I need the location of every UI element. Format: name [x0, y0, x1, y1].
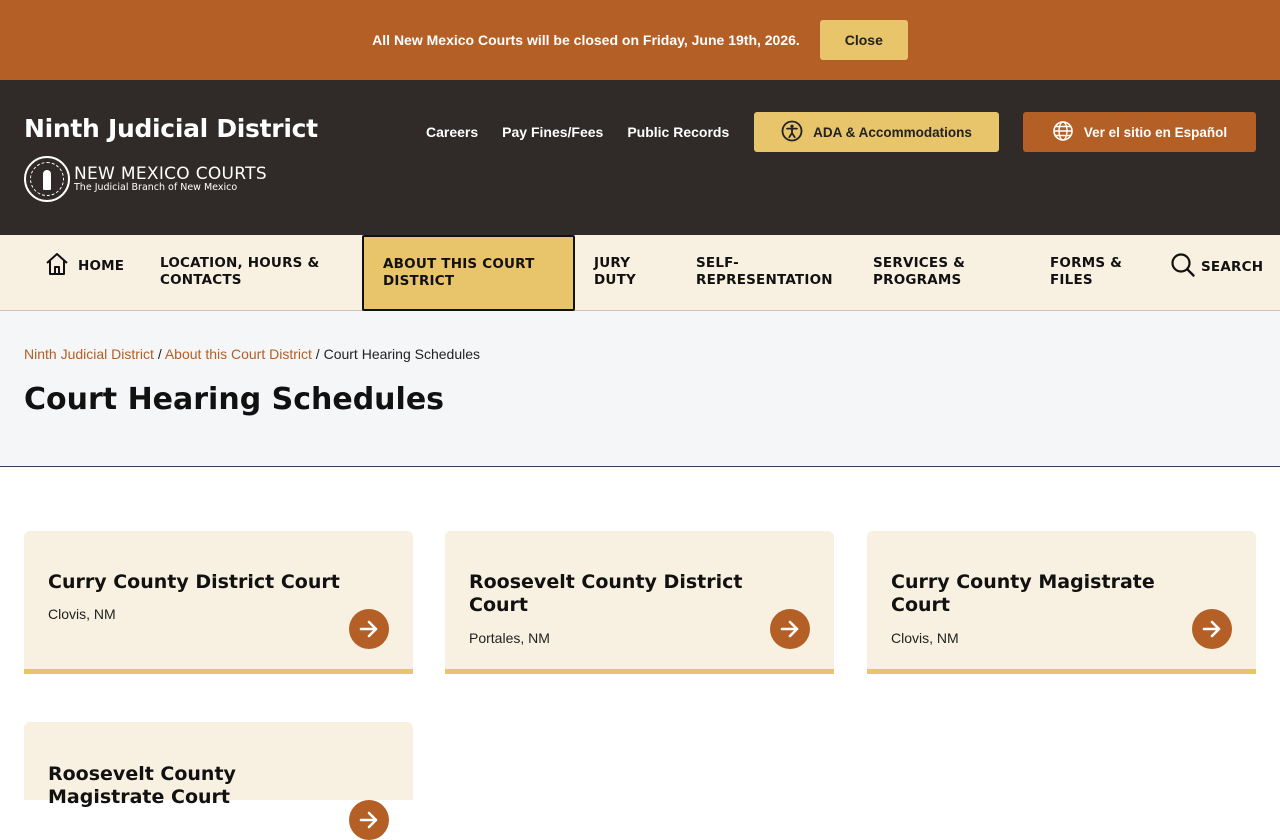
- closure-alert-banner: All New Mexico Courts will be closed on …: [0, 0, 1280, 80]
- arrow-right-icon[interactable]: [770, 609, 810, 649]
- breadcrumb-current: Court Hearing Schedules: [323, 346, 480, 362]
- search-icon: [1170, 252, 1196, 283]
- nav-location-hours-contacts[interactable]: LOCATION, HOURS & CONTACTS: [160, 255, 319, 289]
- court-card[interactable]: Roosevelt County District Court Portales…: [445, 531, 834, 674]
- card-location: Clovis, NM: [891, 630, 959, 646]
- breadcrumb-home-link[interactable]: Ninth Judicial District: [24, 346, 154, 362]
- nav-jury-duty[interactable]: JURY DUTY: [594, 255, 636, 289]
- home-icon: [44, 251, 70, 282]
- spanish-site-button[interactable]: Ver el sitio en Español: [1023, 112, 1256, 152]
- nav-forms-files[interactable]: FORMS & FILES: [1050, 255, 1122, 289]
- site-header: Ninth Judicial District NEW MEXICO COURT…: [0, 80, 1280, 235]
- logo-name: NEW MEXICO COURTS: [74, 164, 267, 184]
- card-location: Clovis, NM: [48, 606, 116, 622]
- breadcrumb-parent-link[interactable]: About this Court District: [165, 346, 312, 362]
- accessibility-icon: [781, 120, 803, 145]
- court-card[interactable]: Roosevelt County Magistrate Court: [24, 722, 413, 840]
- card-title: Roosevelt County District Court: [469, 571, 743, 616]
- pay-fines-link[interactable]: Pay Fines/Fees: [502, 124, 603, 140]
- page-title-area: Ninth Judicial District / About this Cou…: [0, 311, 1280, 467]
- arrow-right-icon[interactable]: [349, 800, 389, 840]
- card-location: Portales, NM: [469, 630, 550, 646]
- careers-link[interactable]: Careers: [426, 124, 478, 140]
- ada-label: ADA & Accommodations: [813, 124, 972, 140]
- main-navigation: HOME LOCATION, HOURS & CONTACTS ABOUT TH…: [0, 235, 1280, 311]
- logo-subtitle: The Judicial Branch of New Mexico: [74, 182, 238, 193]
- court-seal-icon: [24, 156, 70, 202]
- page-title: Court Hearing Schedules: [24, 382, 445, 417]
- breadcrumb: Ninth Judicial District / About this Cou…: [24, 346, 480, 362]
- globe-icon: [1052, 120, 1074, 145]
- alert-message: All New Mexico Courts will be closed on …: [372, 32, 800, 48]
- court-card[interactable]: Curry County Magistrate Court Clovis, NM: [867, 531, 1256, 674]
- nav-self-representation[interactable]: SELF- REPRESENTATION: [696, 255, 833, 289]
- arrow-right-icon[interactable]: [1192, 609, 1232, 649]
- arrow-right-icon[interactable]: [349, 609, 389, 649]
- public-records-link[interactable]: Public Records: [627, 124, 729, 140]
- nm-courts-logo[interactable]: NEW MEXICO COURTS The Judicial Branch of…: [24, 156, 267, 202]
- ada-accommodations-button[interactable]: ADA & Accommodations: [754, 112, 999, 152]
- nav-search-label: SEARCH: [1201, 259, 1264, 275]
- court-card[interactable]: Curry County District Court Clovis, NM: [24, 531, 413, 674]
- nav-about-court-district[interactable]: ABOUT THIS COURT DISTRICT: [362, 235, 575, 311]
- card-title: Curry County Magistrate Court: [891, 571, 1155, 616]
- utility-links: Careers Pay Fines/Fees Public Records: [426, 124, 729, 140]
- site-title[interactable]: Ninth Judicial District: [24, 114, 318, 143]
- spanish-label: Ver el sitio en Español: [1083, 124, 1228, 140]
- card-title: Curry County District Court: [48, 571, 340, 593]
- nav-services-programs[interactable]: SERVICES & PROGRAMS: [873, 255, 965, 289]
- card-title: Roosevelt County Magistrate Court: [48, 763, 236, 808]
- nav-home-label: HOME: [78, 258, 125, 274]
- alert-close-button[interactable]: Close: [819, 20, 908, 60]
- nav-search[interactable]: SEARCH: [1170, 252, 1263, 283]
- nav-home[interactable]: HOME: [44, 251, 124, 282]
